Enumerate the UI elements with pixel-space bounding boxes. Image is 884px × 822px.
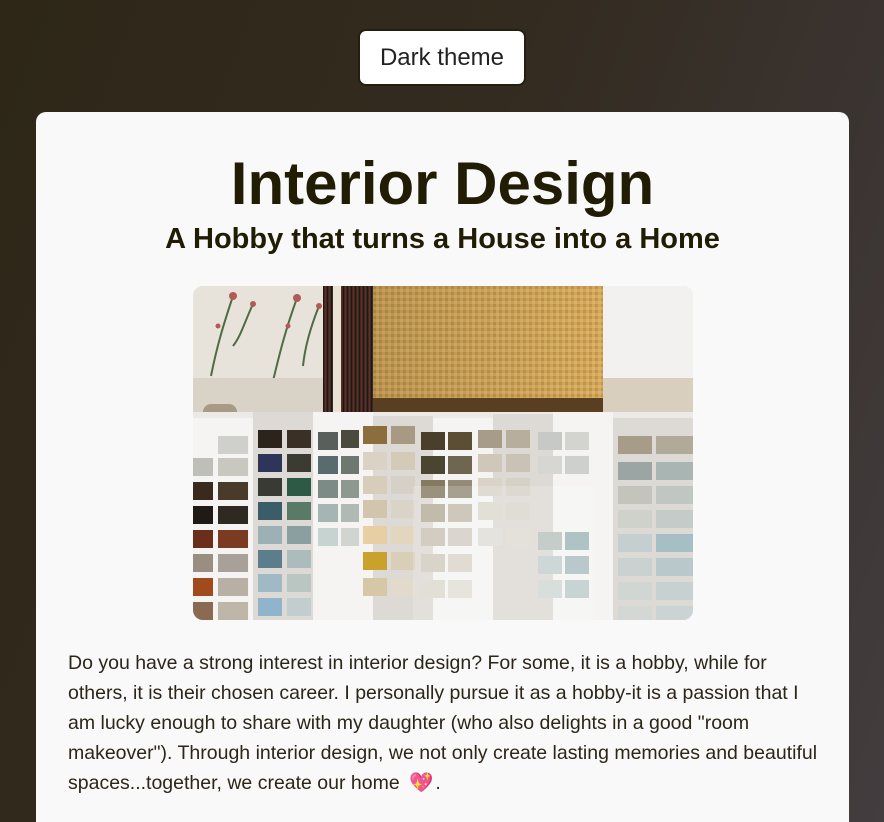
- end-punctuation: .: [435, 772, 441, 794]
- content-card: Interior Design A Hobby that turns a Hou…: [36, 112, 849, 822]
- heart-icon: 💖: [409, 772, 434, 794]
- page-subtitle: A Hobby that turns a House into a Home: [165, 223, 720, 255]
- page-title: Interior Design: [230, 150, 655, 217]
- intro-paragraph: Do you have a strong interest in interio…: [68, 648, 828, 798]
- intro-text: Do you have a strong interest in interio…: [68, 652, 818, 794]
- hero-image: [193, 286, 693, 620]
- dark-theme-button[interactable]: Dark theme: [358, 29, 526, 86]
